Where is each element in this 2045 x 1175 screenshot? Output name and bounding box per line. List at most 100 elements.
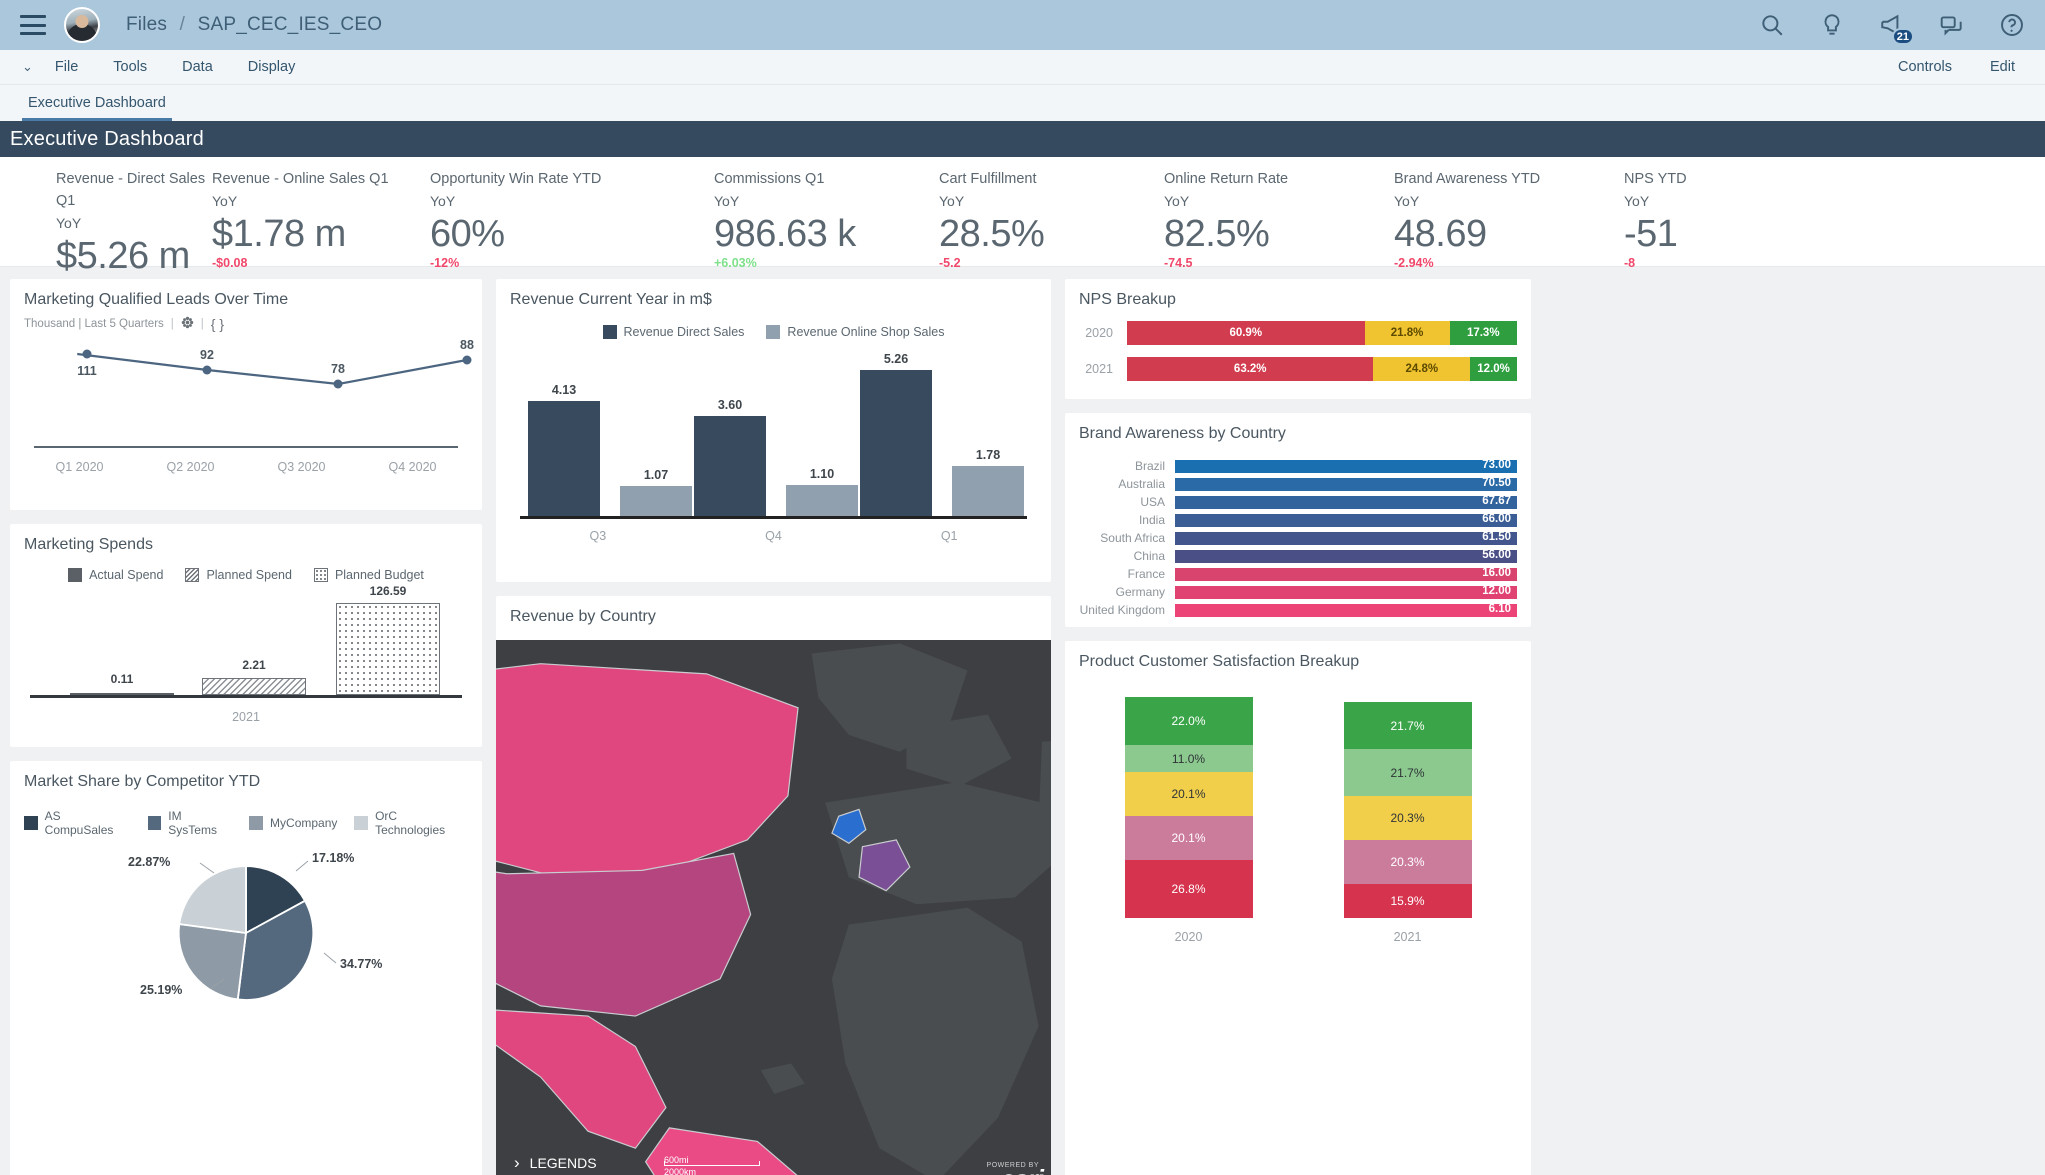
brand-bar-value: 70.50 xyxy=(1482,476,1511,489)
kpi-tile-revenue-online-sales[interactable]: Revenue - Online Sales Q1 YoY $1.78 m -$… xyxy=(212,169,430,270)
bar-label-planned-spend: 2.21 xyxy=(242,658,266,672)
nps-segment-promoters[interactable]: 12.0% xyxy=(1470,357,1517,381)
menu-item-edit[interactable]: Edit xyxy=(1990,59,2015,75)
nps-segment-detractors[interactable]: 63.2% xyxy=(1127,357,1374,381)
card-nps-breakup: NPS Breakup 2020 60.9% 21.8% 17.3% 2021 … xyxy=(1065,279,1531,399)
pcs-segment-very-satisfied[interactable]: 22.0% xyxy=(1124,697,1253,745)
menu-item-controls[interactable]: Controls xyxy=(1898,59,1952,75)
kpi-tile-brand-awareness[interactable]: Brand Awareness YTD YoY 48.69 -2.94% xyxy=(1394,169,1624,270)
brand-row-china[interactable]: China 56.00 xyxy=(1079,549,1517,563)
menu-collapse-chevron-icon[interactable]: ⌄ xyxy=(22,59,33,75)
kpi-tile-nps[interactable]: NPS YTD YoY -51 -8 xyxy=(1624,169,1804,270)
legend-item-orc-technologies[interactable]: OrC Technologies xyxy=(354,809,468,837)
pcs-segment-dissatisfied[interactable]: 20.1% xyxy=(1124,816,1253,860)
pcs-segment-satisfied[interactable]: 21.7% xyxy=(1343,749,1472,796)
kpi-tile-online-return-rate[interactable]: Online Return Rate YoY 82.5% -74.5 xyxy=(1164,169,1394,270)
map-legends-toggle[interactable]: › LEGENDS xyxy=(514,1153,597,1173)
brand-row-germany[interactable]: Germany 12.00 xyxy=(1079,585,1517,599)
kpi-title: NPS YTD xyxy=(1624,171,1687,187)
brand-bar-fill: 70.50 xyxy=(1175,476,1517,491)
legend-item-actual-spend[interactable]: Actual Spend xyxy=(68,568,163,582)
pcs-segment-neutral[interactable]: 20.1% xyxy=(1124,772,1253,816)
menu-item-file[interactable]: File xyxy=(55,59,78,75)
bar-label-online-sales-q1: 1.78 xyxy=(975,448,1001,462)
brand-row-united-kingdom[interactable]: United Kingdom 6.10 xyxy=(1079,603,1517,617)
legend-item-im-systems[interactable]: IM SysTems xyxy=(147,809,232,837)
nps-segment-promoters[interactable]: 17.3% xyxy=(1449,321,1517,345)
menu-hamburger-icon[interactable] xyxy=(20,15,46,35)
shell-icon-group: 21 xyxy=(1759,12,2025,45)
legend-item-as-compusales[interactable]: AS CompuSales xyxy=(24,809,131,837)
user-avatar[interactable] xyxy=(64,7,100,43)
card-title: Revenue by Country xyxy=(510,608,656,625)
brand-row-south-africa[interactable]: South Africa 61.50 xyxy=(1079,531,1517,545)
breadcrumb-current[interactable]: SAP_CEC_IES_CEO xyxy=(198,14,383,35)
bar-online-sales-q1[interactable] xyxy=(952,466,1024,516)
pcs-segment-very-dissatisfied[interactable]: 15.9% xyxy=(1343,884,1472,918)
help-circle-icon[interactable] xyxy=(1999,12,2025,38)
mql-x-axis xyxy=(34,446,458,448)
map-canvas[interactable]: › LEGENDS 600mi 2000km Esri, FAO, NOAA, … xyxy=(496,640,1051,1175)
mql-point-q1[interactable] xyxy=(82,349,92,359)
legend-item-revenue-online-shop-sales[interactable]: Revenue Online Shop Sales xyxy=(766,325,944,339)
pcs-segment-dissatisfied[interactable]: 20.3% xyxy=(1343,840,1472,884)
bar-online-sales-q4[interactable] xyxy=(786,485,858,516)
brand-row-india[interactable]: India 66.00 xyxy=(1079,513,1517,527)
lightbulb-icon[interactable] xyxy=(1819,12,1845,38)
bar-planned-spend[interactable] xyxy=(202,678,306,695)
pcs-segment-very-satisfied[interactable]: 21.7% xyxy=(1343,702,1472,749)
kpi-delta: -2.94% xyxy=(1394,256,1434,271)
breadcrumb-root[interactable]: Files xyxy=(126,14,167,35)
code-braces-icon[interactable]: { } xyxy=(211,316,224,332)
comments-icon[interactable] xyxy=(1939,12,1965,38)
mql-value-label: 111 xyxy=(77,364,97,378)
pie-slice-mycompany[interactable] xyxy=(177,923,248,1001)
legend-item-planned-budget[interactable]: Planned Budget xyxy=(313,568,424,582)
world-map-svg xyxy=(496,640,1051,1175)
brand-bar-fill: 61.50 xyxy=(1175,531,1517,545)
nps-segment-detractors[interactable]: 60.9% xyxy=(1127,321,1365,345)
pcs-segment-neutral[interactable]: 20.3% xyxy=(1343,796,1472,840)
kpi-tile-revenue-direct-sales[interactable]: Revenue - Direct Sales Q1 YoY $5.26 m +$… xyxy=(0,169,212,292)
kpi-subtitle: YoY xyxy=(1624,192,1650,209)
bar-direct-sales-q4[interactable] xyxy=(694,416,766,516)
megaphone-icon[interactable]: 21 xyxy=(1879,12,1914,45)
menu-item-data[interactable]: Data xyxy=(182,59,213,75)
settings-flower-icon[interactable] xyxy=(181,316,194,332)
brand-row-brazil[interactable]: Brazil 73.00 xyxy=(1079,459,1517,473)
legend-item-revenue-direct-sales[interactable]: Revenue Direct Sales xyxy=(602,325,744,339)
kpi-tile-commissions[interactable]: Commissions Q1 YoY 986.63 k +6.03% xyxy=(714,169,939,270)
legend-item-mycompany[interactable]: MyCompany xyxy=(249,816,337,830)
bar-direct-sales-q3[interactable] xyxy=(528,401,600,516)
bar-direct-sales-q1[interactable] xyxy=(860,370,932,516)
brand-row-label: India xyxy=(1138,513,1165,527)
mql-point-q2[interactable] xyxy=(202,365,212,375)
bar-planned-budget[interactable] xyxy=(336,603,440,695)
pcs-segment-very-dissatisfied[interactable]: 26.8% xyxy=(1124,860,1253,918)
menu-item-tools[interactable]: Tools xyxy=(113,59,147,75)
bar-online-sales-q3[interactable] xyxy=(620,486,692,516)
nps-segment-passives[interactable]: 24.8% xyxy=(1373,357,1471,381)
mql-value-label: 92 xyxy=(200,348,214,362)
pie-label-mycompany: 25.19% xyxy=(140,983,183,997)
mql-point-q3[interactable] xyxy=(333,379,343,389)
kpi-tile-cart-fulfillment[interactable]: Cart Fulfillment YoY 28.5% -5.2 xyxy=(939,169,1164,270)
tab-executive-dashboard[interactable]: Executive Dashboard xyxy=(22,95,172,121)
brand-row-france[interactable]: France 16.00 xyxy=(1079,567,1517,581)
pcs-segment-satisfied[interactable]: 11.0% xyxy=(1124,745,1253,772)
nps-segment-passives[interactable]: 21.8% xyxy=(1364,321,1450,345)
mql-chart-plot: 111 92 78 88 Q1 2020 Q2 2020 Q3 2020 Q4 … xyxy=(24,336,474,476)
brand-bar-track: 67.67 xyxy=(1175,495,1517,509)
brand-row-usa[interactable]: USA 67.67 xyxy=(1079,495,1517,509)
pie-slice-orc-technologies[interactable] xyxy=(178,865,247,935)
search-icon[interactable] xyxy=(1759,12,1785,38)
legend-swatch xyxy=(354,816,369,830)
legend-item-planned-spend[interactable]: Planned Spend xyxy=(185,568,292,582)
kpi-subtitle: YoY xyxy=(1394,192,1420,209)
mql-point-q4[interactable] xyxy=(462,355,472,365)
kpi-tile-opportunity-win-rate[interactable]: Opportunity Win Rate YTD YoY 60% -12% xyxy=(430,169,714,270)
brand-row-australia[interactable]: Australia 70.50 xyxy=(1079,477,1517,491)
bar-label-direct-sales-q4: 3.60 xyxy=(717,398,743,412)
brand-bar-track: 6.10 xyxy=(1175,603,1517,617)
menu-item-display[interactable]: Display xyxy=(248,59,296,75)
